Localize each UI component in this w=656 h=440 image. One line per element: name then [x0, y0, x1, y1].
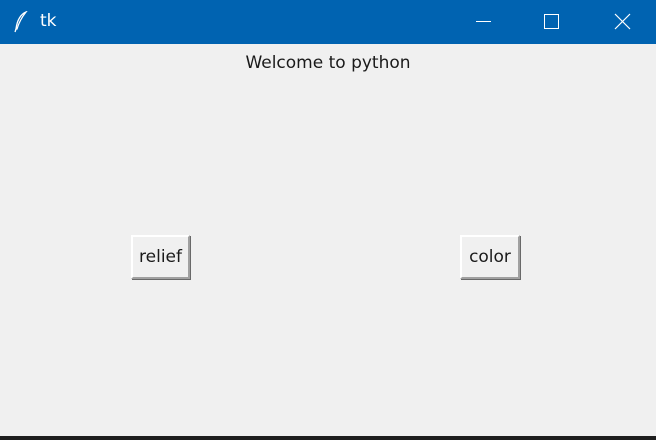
relief-button[interactable]: relief: [131, 235, 190, 279]
maximize-button[interactable]: [528, 0, 574, 44]
welcome-label: Welcome to python: [245, 53, 411, 73]
minimize-button[interactable]: [460, 0, 506, 44]
client-area: Welcome to python relief color: [0, 44, 656, 436]
tk-window: tk Welcome to python relief color: [0, 0, 656, 440]
title-bar[interactable]: tk: [0, 0, 656, 44]
window-bottom-edge: [0, 436, 656, 440]
feather-icon: [13, 10, 29, 33]
color-button[interactable]: color: [460, 235, 520, 279]
close-button[interactable]: [598, 0, 644, 44]
window-title: tk: [40, 11, 57, 31]
